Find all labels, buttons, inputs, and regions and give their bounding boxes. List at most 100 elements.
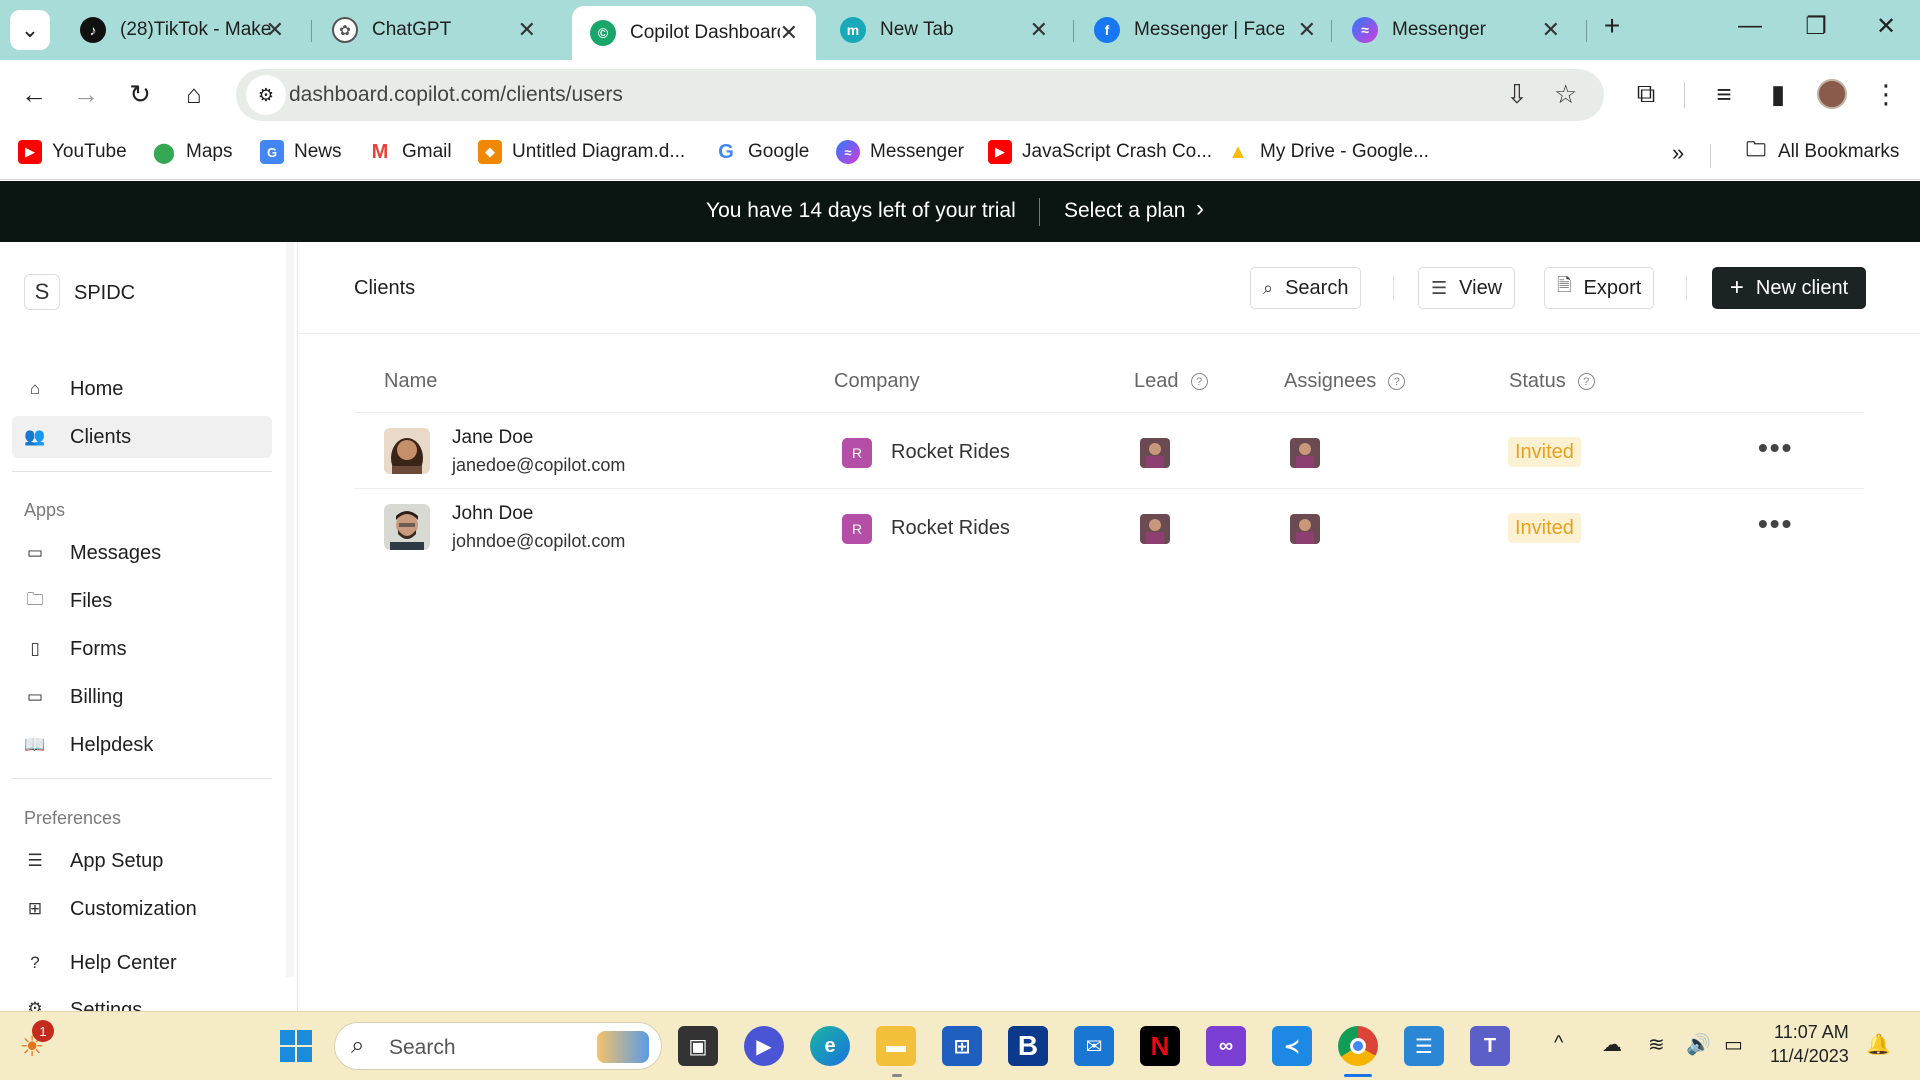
- more-horizontal-icon[interactable]: •••: [1758, 508, 1793, 540]
- media-control-button[interactable]: ≡: [1704, 74, 1744, 114]
- site-settings-icon[interactable]: ⚙: [246, 75, 286, 115]
- assignee-avatar[interactable]: [1290, 438, 1320, 468]
- tab-chatgpt[interactable]: ✿ ChatGPT ✕: [314, 8, 554, 52]
- client-name[interactable]: Jane Doe: [452, 427, 533, 449]
- column-header-name[interactable]: Name: [384, 370, 437, 393]
- windows-start-icon[interactable]: [276, 1026, 316, 1066]
- tab-messenger[interactable]: ≈ Messenger ✕: [1334, 8, 1578, 52]
- more-bookmarks-button[interactable]: »: [1672, 140, 1684, 166]
- sidebar-item-clients[interactable]: 👥 Clients: [12, 416, 272, 458]
- bookmark-gmail[interactable]: M Gmail: [368, 140, 452, 164]
- sidebar-item-settings[interactable]: ⚙ Settings: [12, 990, 272, 1011]
- workspace-name[interactable]: SPIDC: [74, 282, 135, 305]
- tab-tiktok[interactable]: ♪ (28)TikTok - Make ✕: [62, 8, 302, 52]
- teams-chat-icon[interactable]: ▶: [744, 1026, 784, 1066]
- sidebar-item-files[interactable]: 🗀 Files: [12, 580, 272, 622]
- close-tab-icon[interactable]: ✕: [1542, 17, 1560, 43]
- netflix-icon[interactable]: N: [1140, 1026, 1180, 1066]
- install-app-icon[interactable]: ⇩: [1506, 79, 1528, 110]
- close-tab-icon[interactable]: ✕: [518, 17, 536, 43]
- back-button[interactable]: ←: [14, 74, 54, 114]
- view-button[interactable]: ☰ View: [1418, 267, 1516, 309]
- reload-button[interactable]: ↻: [120, 74, 160, 114]
- close-tab-icon[interactable]: ✕: [266, 17, 284, 43]
- lead-avatar[interactable]: [1140, 514, 1170, 544]
- sidebar-scrollbar[interactable]: [286, 242, 294, 977]
- bookmark-messenger[interactable]: ≈ Messenger: [836, 140, 964, 164]
- column-header-lead[interactable]: Lead?: [1134, 370, 1208, 393]
- wifi-icon[interactable]: ≋: [1648, 1032, 1665, 1057]
- bookmark-star-icon[interactable]: ☆: [1554, 79, 1577, 110]
- sidebar-item-home[interactable]: ⌂ Home: [12, 368, 272, 410]
- task-view-icon[interactable]: ▣: [678, 1026, 718, 1066]
- extensions-button[interactable]: ⧉: [1626, 74, 1666, 114]
- sidebar-item-messages[interactable]: ▭ Messages: [12, 532, 272, 574]
- table-row[interactable]: Jane Doe janedoe@copilot.com R Rocket Ri…: [354, 414, 1864, 490]
- minimize-button[interactable]: —: [1730, 12, 1770, 40]
- workspace-logo[interactable]: S: [24, 274, 60, 310]
- bookmark-my-drive[interactable]: ▲ My Drive - Google...: [1226, 140, 1429, 164]
- tab-search-menu-button[interactable]: ⌄: [10, 10, 50, 50]
- teams-icon[interactable]: T: [1470, 1026, 1510, 1066]
- bookmark-maps[interactable]: ⬤ Maps: [152, 140, 233, 164]
- sidebar-item-helpdesk[interactable]: 📖 Helpdesk: [12, 724, 272, 766]
- sidebar-item-help-center[interactable]: ? Help Center: [12, 942, 272, 984]
- tab-new-tab[interactable]: m New Tab ✕: [822, 8, 1066, 52]
- bookmark-news[interactable]: G News: [260, 140, 342, 164]
- column-header-company[interactable]: Company: [834, 370, 920, 393]
- search-button[interactable]: ⌕ Search: [1250, 267, 1362, 309]
- lead-avatar[interactable]: [1140, 438, 1170, 468]
- close-window-button[interactable]: ✕: [1866, 12, 1906, 41]
- bookmark-untitled-diagram[interactable]: ◆ Untitled Diagram.d...: [478, 140, 685, 164]
- column-header-status[interactable]: Status?: [1509, 370, 1595, 393]
- new-tab-button[interactable]: +: [1592, 10, 1632, 42]
- notification-bell-icon[interactable]: 🔔: [1866, 1032, 1891, 1057]
- export-button[interactable]: 🗎 Export: [1544, 267, 1655, 309]
- restore-button[interactable]: ❐: [1796, 12, 1836, 41]
- sidebar-item-app-setup[interactable]: ☰ App Setup: [12, 840, 272, 882]
- chevron-up-icon[interactable]: ^: [1554, 1032, 1563, 1055]
- onedrive-cloud-icon[interactable]: ☁: [1602, 1032, 1622, 1057]
- help-circle-icon[interactable]: ?: [1190, 373, 1208, 390]
- client-name[interactable]: John Doe: [452, 503, 533, 525]
- bookmark-google[interactable]: G Google: [714, 140, 809, 164]
- sidebar-item-forms[interactable]: ▯ Forms: [12, 628, 272, 670]
- system-clock[interactable]: 11:07 AM 11/4/2023: [1770, 1020, 1849, 1068]
- help-circle-icon[interactable]: ?: [1388, 373, 1406, 390]
- profile-button[interactable]: [1812, 74, 1852, 114]
- help-circle-icon[interactable]: ?: [1577, 373, 1595, 390]
- browser-menu-button[interactable]: ⋮: [1866, 74, 1906, 114]
- battery-icon[interactable]: ▭: [1724, 1032, 1743, 1057]
- close-tab-icon[interactable]: ✕: [1298, 17, 1316, 43]
- file-explorer-icon[interactable]: ▬: [876, 1026, 916, 1066]
- volume-icon[interactable]: 🔊: [1686, 1032, 1711, 1057]
- close-tab-icon[interactable]: ✕: [1030, 17, 1048, 43]
- address-bar[interactable]: ⚙ dashboard.copilot.com/clients/users ⇩ …: [236, 69, 1604, 121]
- url-text[interactable]: dashboard.copilot.com/clients/users: [289, 83, 623, 107]
- home-button[interactable]: ⌂: [174, 74, 214, 114]
- column-header-assignees[interactable]: Assignees?: [1284, 370, 1406, 393]
- all-bookmarks-button[interactable]: 🗀 All Bookmarks: [1744, 139, 1899, 164]
- select-plan-link[interactable]: Select a plan: [1064, 199, 1185, 223]
- more-horizontal-icon[interactable]: •••: [1758, 432, 1793, 464]
- side-panel-button[interactable]: ▮: [1758, 74, 1798, 114]
- assignee-avatar[interactable]: [1290, 514, 1320, 544]
- tab-messenger-facebook[interactable]: f Messenger | Facebook ✕: [1076, 8, 1334, 52]
- sidebar-item-billing[interactable]: ▭ Billing: [12, 676, 272, 718]
- booking-icon[interactable]: B: [1008, 1026, 1048, 1066]
- sidebar-item-customization[interactable]: ⊞ Customization: [12, 888, 272, 930]
- chevron-right-icon[interactable]: ›: [1196, 195, 1204, 223]
- new-client-button[interactable]: + New client: [1712, 267, 1866, 309]
- mail-icon[interactable]: ✉: [1074, 1026, 1114, 1066]
- microsoft-store-icon[interactable]: ⊞: [942, 1026, 982, 1066]
- forward-button[interactable]: →: [66, 74, 106, 114]
- vscode-icon[interactable]: ≺: [1272, 1026, 1312, 1066]
- notepad-icon[interactable]: ☰: [1404, 1026, 1444, 1066]
- visual-studio-icon[interactable]: ∞: [1206, 1026, 1246, 1066]
- bookmark-youtube[interactable]: ▶ YouTube: [18, 140, 127, 164]
- bookmark-javascript-crash-course[interactable]: ▶ JavaScript Crash Co...: [988, 140, 1212, 164]
- close-tab-icon[interactable]: ✕: [780, 20, 798, 46]
- edge-browser-icon[interactable]: e: [810, 1026, 850, 1066]
- tab-copilot-dashboard[interactable]: © Copilot Dashboard ✕: [572, 6, 816, 60]
- table-row[interactable]: John Doe johndoe@copilot.com R Rocket Ri…: [354, 490, 1864, 566]
